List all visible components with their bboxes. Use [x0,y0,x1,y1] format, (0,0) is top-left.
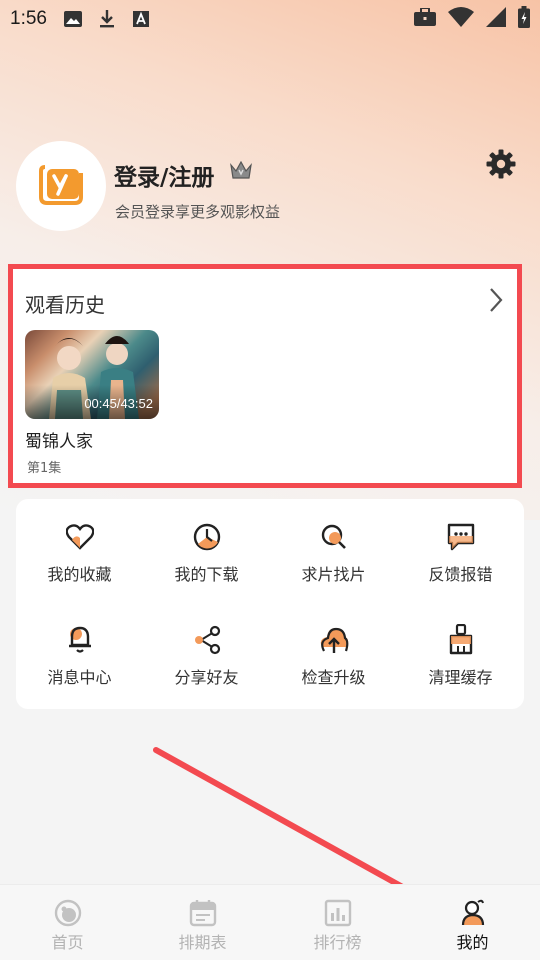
login-subtitle: 会员登录享更多观影权益 [115,203,281,221]
feedback-icon [445,521,477,553]
download-icon [97,9,117,29]
nav-home[interactable]: 首页 [0,885,135,960]
nav-label: 排期表 [178,933,227,952]
history-thumbnail[interactable]: 00:45/43:52 [25,330,159,419]
chevron-right-icon[interactable] [489,287,503,317]
nav-schedule[interactable]: 排期表 [135,885,270,960]
action-label: 分享好友 [174,668,239,687]
action-label: 求片找片 [301,565,366,584]
nav-label: 我的 [456,933,489,952]
watch-history-card: 观看历史 00:45/43:52 蜀锦人家 第1集 [11,267,519,485]
watch-history-title: 观看历史 [25,293,105,317]
bottom-nav: 首页 排期表 排行榜 我的 [0,884,540,960]
status-right-icons [414,5,530,33]
status-time: 1:56 [10,8,47,29]
action-label: 反馈报错 [428,565,493,584]
action-clear-cache[interactable]: 清理缓存 [397,602,524,702]
history-progress: 00:45/43:52 [84,396,153,411]
calendar-icon [187,899,219,927]
bell-icon [64,624,96,656]
app-logo-icon [39,163,83,209]
gear-icon[interactable] [486,149,516,183]
wifi-icon [448,6,474,32]
action-label: 消息中心 [47,668,112,687]
status-bar: 1:56 [0,0,540,38]
signal-icon [486,6,506,32]
search-icon [318,521,350,553]
quick-actions-card: 我的收藏 我的下载 求片找片 反馈报错 消息中心 分享好友 检查升级 清理缓存 [16,499,524,709]
download-clock-icon [191,521,223,553]
share-icon [191,624,223,656]
action-upgrade[interactable]: 检查升级 [270,602,397,702]
briefcase-icon [414,6,436,31]
action-label: 清理缓存 [428,668,493,687]
action-share[interactable]: 分享好友 [143,602,270,702]
profile-header: 登录/注册 会员登录享更多观影权益 [16,141,524,231]
image-icon [63,9,83,29]
login-register-link[interactable]: 登录/注册 [114,158,214,192]
upgrade-icon [318,624,350,656]
home-icon [52,899,84,927]
action-favorites[interactable]: 我的收藏 [16,499,143,599]
history-episode: 第1集 [27,461,62,476]
broom-icon [445,624,477,656]
action-label: 检查升级 [301,668,366,687]
font-icon [131,9,151,29]
crown-icon [230,160,252,183]
chart-icon [322,899,354,927]
action-label: 我的收藏 [47,565,112,584]
action-messages[interactable]: 消息中心 [16,602,143,702]
action-feedback[interactable]: 反馈报错 [397,499,524,599]
profile-icon [457,899,489,927]
history-show-title[interactable]: 蜀锦人家 [25,427,93,452]
action-label: 我的下载 [174,565,239,584]
action-request[interactable]: 求片找片 [270,499,397,599]
action-downloads[interactable]: 我的下载 [143,499,270,599]
heart-icon [64,521,96,553]
nav-label: 首页 [51,933,84,952]
avatar[interactable] [16,141,106,231]
nav-profile[interactable]: 我的 [405,885,540,960]
nav-label: 排行榜 [313,933,362,952]
battery-icon [518,5,530,33]
nav-ranking[interactable]: 排行榜 [270,885,405,960]
